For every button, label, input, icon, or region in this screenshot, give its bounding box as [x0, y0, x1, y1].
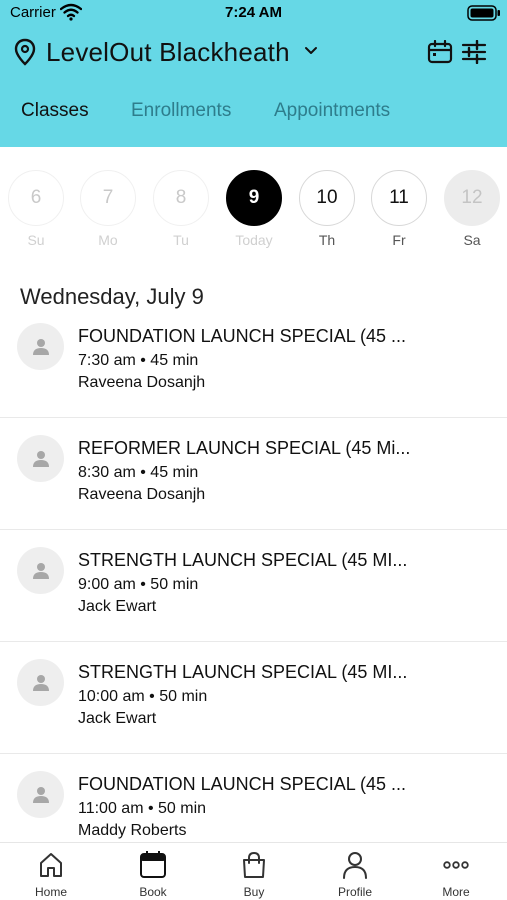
battery-icon [467, 5, 500, 21]
day-number: 12 [444, 170, 500, 226]
chevron-down-icon [304, 47, 317, 54]
class-title: FOUNDATION LAUNCH SPECIAL (45 ... [78, 774, 407, 794]
class-row[interactable]: STRENGTH LAUNCH SPECIAL (45 MI... 9:00 a… [0, 530, 507, 642]
shopping-bag-icon [243, 851, 265, 878]
day-11[interactable]: 11 Fr [371, 170, 427, 248]
class-time: 11:00 am • 50 min [78, 800, 207, 817]
tab-appointments[interactable]: Appointments [274, 100, 390, 122]
class-time: 7:30 am • 45 min [78, 352, 199, 369]
person-placeholder-icon [32, 338, 49, 355]
day-12[interactable]: 12 Sa [444, 170, 500, 248]
avatar [17, 659, 64, 706]
class-time: 8:30 am • 45 min [78, 464, 199, 481]
nav-label: Profile [337, 885, 372, 899]
avatar [17, 435, 64, 482]
avatar [17, 547, 64, 594]
book-calendar-icon [140, 851, 166, 878]
class-row[interactable]: REFORMER LAUNCH SPECIAL (45 Mi... 8:30 a… [0, 418, 507, 530]
tab-enrollments[interactable]: Enrollments [131, 100, 231, 122]
person-placeholder-icon [32, 450, 49, 467]
nav-book[interactable]: Book [113, 843, 193, 900]
class-instructor: Raveena Dosanjh [78, 374, 206, 391]
class-instructor: Jack Ewart [78, 710, 157, 727]
bottom-nav: Home Book Buy Profile More [0, 842, 507, 900]
nav-label: Buy [243, 885, 265, 899]
tab-classes[interactable]: Classes [21, 100, 89, 122]
nav-label: Book [139, 885, 167, 899]
day-number: 10 [299, 170, 355, 226]
person-placeholder-icon [32, 674, 49, 691]
day-label: Su [27, 232, 45, 248]
location-title: LevelOut Blackheath [46, 36, 290, 67]
day-6[interactable]: 6 Su [8, 170, 64, 248]
nav-profile[interactable]: Profile [315, 843, 395, 900]
class-title: FOUNDATION LAUNCH SPECIAL (45 ... [78, 326, 407, 346]
day-label: Tu [173, 232, 189, 248]
app-header: Carrier 7:24 AM LevelOut Blackheath Clas… [0, 0, 507, 147]
day-label: Fr [392, 232, 406, 248]
avatar [17, 771, 64, 818]
person-placeholder-icon [32, 562, 49, 579]
day-label: Sa [463, 232, 481, 248]
day-label: Th [318, 232, 336, 248]
day-label: Today [235, 232, 273, 248]
tab-bar: Classes Enrollments Appointments [0, 100, 507, 130]
status-bar: Carrier 7:24 AM [0, 0, 507, 26]
home-icon [40, 853, 62, 877]
filter-sliders-icon[interactable] [461, 40, 487, 64]
class-title: STRENGTH LAUNCH SPECIAL (45 MI... [78, 662, 408, 682]
class-row[interactable]: FOUNDATION LAUNCH SPECIAL (45 ... 7:30 a… [0, 306, 507, 418]
day-8[interactable]: 8 Tu [153, 170, 209, 248]
person-placeholder-icon [32, 786, 49, 803]
day-number: 11 [371, 170, 427, 226]
location-selector[interactable]: LevelOut Blackheath [14, 36, 318, 68]
day-7[interactable]: 7 Mo [80, 170, 136, 248]
nav-home[interactable]: Home [11, 843, 91, 900]
person-icon [343, 852, 367, 879]
calendar-icon[interactable] [427, 40, 453, 64]
avatar [17, 323, 64, 370]
location-pin-icon [14, 38, 36, 66]
nav-buy[interactable]: Buy [214, 843, 294, 900]
class-instructor: Jack Ewart [78, 598, 157, 615]
day-number: 9 [226, 170, 282, 226]
class-time: 9:00 am • 50 min [78, 576, 199, 593]
class-row[interactable]: STRENGTH LAUNCH SPECIAL (45 MI... 10:00 … [0, 642, 507, 754]
nav-label: More [442, 885, 470, 899]
day-number: 8 [153, 170, 209, 226]
more-icon [443, 861, 469, 869]
day-10[interactable]: 10 Th [299, 170, 355, 248]
class-instructor: Raveena Dosanjh [78, 486, 206, 503]
status-time: 7:24 AM [225, 4, 282, 21]
day-number: 7 [80, 170, 136, 226]
class-instructor: Maddy Roberts [78, 822, 187, 839]
day-label: Mo [98, 232, 118, 248]
class-time: 10:00 am • 50 min [78, 688, 208, 705]
class-title: STRENGTH LAUNCH SPECIAL (45 MI... [78, 550, 408, 570]
nav-label: Home [34, 885, 67, 899]
class-title: REFORMER LAUNCH SPECIAL (45 Mi... [78, 438, 411, 458]
day-9-today[interactable]: 9 Today [226, 170, 282, 248]
nav-more[interactable]: More [416, 843, 496, 900]
day-number: 6 [8, 170, 64, 226]
date-strip: 6 Su 7 Mo 8 Tu 9 Today 10 Th 11 Fr 12 Sa [0, 170, 507, 250]
